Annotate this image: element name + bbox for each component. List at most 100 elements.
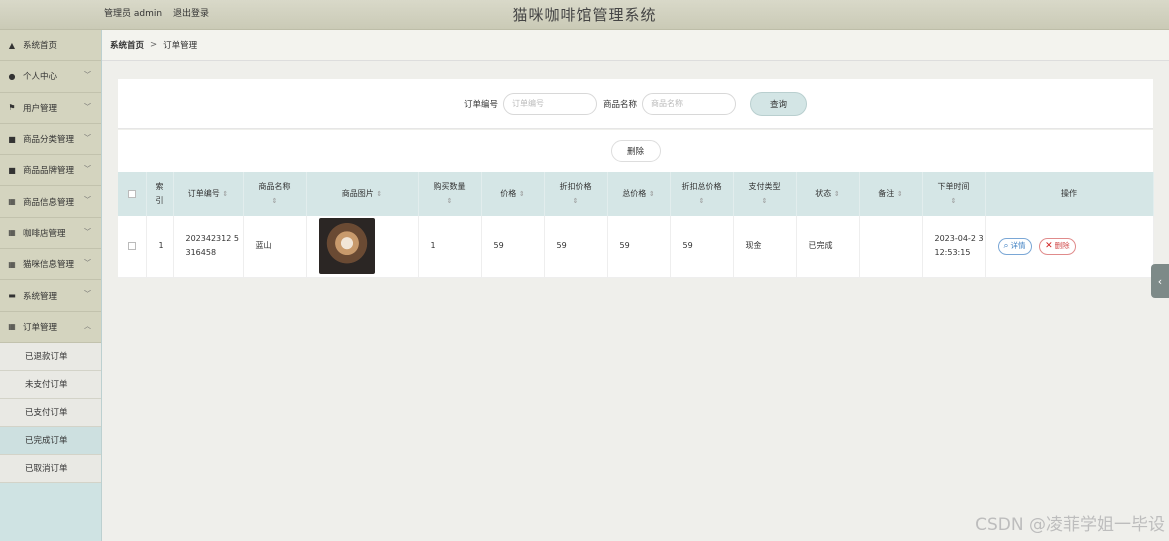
select-all-checkbox[interactable]: [127, 189, 136, 198]
product-name-label: 商品名称: [603, 99, 638, 110]
header-discount-total[interactable]: 折扣总价格 ⇕: [670, 172, 734, 216]
order-no-label: 订单编号: [463, 99, 498, 110]
header-order-time[interactable]: 下单时间 ⇕: [922, 172, 986, 216]
sidebar-item-cat-info[interactable]: ▦ 猫咪信息管理 ﹀: [0, 249, 101, 281]
row-checkbox[interactable]: [127, 241, 136, 250]
sidebar-item-personal-center[interactable]: ● 个人中心 ﹀: [0, 61, 101, 93]
sort-icon[interactable]: ⇕: [222, 190, 228, 198]
sidebar-item-label: 用户管理: [23, 103, 58, 114]
sidebar-item-home[interactable]: ▲ 系统首页: [0, 30, 101, 62]
header-product-name[interactable]: 商品名称 ⇕: [243, 172, 307, 216]
header-pay-type[interactable]: 支付类型 ⇕: [733, 172, 797, 216]
header-select-all[interactable]: [118, 172, 147, 216]
sort-icon[interactable]: ⇕: [447, 197, 453, 205]
product-name-input[interactable]: [642, 92, 737, 115]
header-discount-price[interactable]: 折扣价格 ⇕: [544, 172, 608, 216]
sidebar-item-system[interactable]: ▬ 系统管理 ﹀: [0, 280, 101, 312]
sidebar: ▲ 系统首页 ● 个人中心 ﹀ ⚑ 用户管理 ﹀ ■ 商品分类管理 ﹀ ■ 商品…: [0, 30, 102, 541]
orders-table: 索 引 订单编号 ⇕ 商品名称 ⇕ 商品图片 ⇕ 购买数量 ⇕ 价格 ⇕ 折扣价格 ⇕…: [118, 172, 1154, 278]
sidebar-subitem-paid-orders[interactable]: 已支付订单: [0, 398, 101, 427]
header-status[interactable]: 状态 ⇕: [796, 172, 860, 216]
box-icon: ■: [8, 134, 16, 144]
cell-order-no: 202342312 5316458: [173, 216, 244, 278]
header-label: 支付类型: [748, 182, 781, 191]
header-label: 折扣总价格: [681, 182, 722, 191]
grid-icon: ▦: [8, 322, 16, 332]
home-icon: ▲: [8, 40, 16, 50]
flag-icon: ⚑: [8, 103, 16, 113]
cell-product-image: [306, 216, 419, 278]
sort-icon[interactable]: ⇕: [519, 190, 525, 198]
chevron-down-icon: ﹀: [84, 133, 91, 142]
sidebar-item-product-brand[interactable]: ■ 商品品牌管理 ﹀: [0, 155, 101, 187]
top-header: 管理员 admin 退出登录 猫咪咖啡馆管理系统: [0, 0, 1169, 30]
sidebar-subitem-refunded-orders[interactable]: 已退款订单: [0, 342, 101, 371]
sidebar-item-orders[interactable]: ▦ 订单管理 ︿: [0, 311, 101, 343]
header-quantity[interactable]: 购买数量 ⇕: [418, 172, 482, 216]
chevron-down-icon: ﹀: [84, 71, 91, 80]
sidebar-item-product-category[interactable]: ■ 商品分类管理 ﹀: [0, 123, 101, 156]
header-label: 购买数量: [433, 182, 466, 191]
row-select-cell[interactable]: [118, 216, 147, 278]
sidebar-item-label: 系统管理: [23, 291, 58, 302]
detail-button[interactable]: ⌕ 详情: [997, 237, 1032, 255]
row-delete-button[interactable]: ✕ 删除: [1039, 237, 1076, 255]
bulk-delete-button[interactable]: 删除: [610, 140, 661, 162]
watermark: CSDN @凌菲学姐一毕设: [975, 515, 1165, 535]
cell-product-name: 蓝山: [243, 216, 307, 278]
sidebar-subitem-cancelled-orders[interactable]: 已取消订单: [0, 454, 101, 483]
sidebar-item-label: 系统首页: [23, 41, 58, 52]
chevron-down-icon: ﹀: [84, 196, 91, 205]
sidebar-item-label: 猫咪信息管理: [23, 260, 75, 271]
sort-icon[interactable]: ⇕: [834, 190, 840, 198]
search-icon: ⌕: [1003, 241, 1009, 252]
search-button[interactable]: 查询: [750, 91, 808, 116]
collapse-handle[interactable]: ‹: [1151, 264, 1169, 298]
header-label: 价格: [500, 189, 517, 198]
header-total-price[interactable]: 总价格 ⇕: [607, 172, 671, 216]
header-index: 索 引: [146, 172, 174, 216]
breadcrumb-home[interactable]: 系统首页: [110, 39, 144, 51]
chevron-up-icon: ︿: [84, 321, 91, 330]
header-remark[interactable]: 备注 ⇕: [859, 172, 923, 216]
sidebar-item-label: 商品信息管理: [23, 197, 75, 208]
product-thumbnail[interactable]: [318, 218, 375, 275]
header-label: 状态: [815, 189, 832, 198]
sidebar-item-product-info[interactable]: ▦ 商品信息管理 ﹀: [0, 186, 101, 218]
header-price[interactable]: 价格 ⇕: [481, 172, 545, 216]
system-title: 猫咪咖啡馆管理系统: [512, 6, 657, 24]
order-no-input[interactable]: [503, 92, 597, 115]
grid-icon: ▦: [8, 197, 16, 207]
sort-icon[interactable]: ⇕: [649, 190, 655, 198]
sidebar-item-users[interactable]: ⚑ 用户管理 ﹀: [0, 92, 101, 124]
table-header-row: 索 引 订单编号 ⇕ 商品名称 ⇕ 商品图片 ⇕ 购买数量 ⇕ 价格 ⇕ 折扣价格 ⇕…: [118, 172, 1154, 216]
sort-icon[interactable]: ⇕: [951, 197, 957, 205]
sidebar-subitem-completed-orders[interactable]: 已完成订单: [0, 426, 101, 455]
close-icon: ✕: [1045, 241, 1053, 252]
sort-icon[interactable]: ⇕: [699, 197, 705, 205]
sidebar-item-cafe[interactable]: ▦ 咖啡店管理 ﹀: [0, 217, 101, 250]
sort-icon[interactable]: ⇕: [762, 197, 768, 205]
sort-icon[interactable]: ⇕: [897, 190, 903, 198]
cell-status: 已完成: [796, 216, 860, 278]
breadcrumb-separator: >: [150, 40, 158, 50]
sidebar-item-label: 商品品牌管理: [23, 166, 75, 177]
sort-icon[interactable]: ⇕: [573, 197, 579, 205]
action-bar: 删除: [118, 130, 1153, 172]
header-order-no[interactable]: 订单编号 ⇕: [173, 172, 244, 216]
header-label: 订单编号: [187, 189, 220, 198]
header-product-image[interactable]: 商品图片 ⇕: [306, 172, 419, 216]
cell-operation: ⌕ 详情 ✕ 删除: [985, 216, 1154, 278]
sidebar-subitem-unpaid-orders[interactable]: 未支付订单: [0, 370, 101, 399]
cell-discount-price: 59: [544, 216, 608, 278]
header-label: 商品名称: [258, 182, 291, 191]
header-label: 备注: [878, 189, 895, 198]
chevron-down-icon: ﹀: [84, 165, 91, 174]
grid-icon: ▦: [8, 228, 16, 238]
sidebar-item-label: 个人中心: [23, 72, 58, 83]
sort-icon[interactable]: ⇕: [272, 197, 278, 205]
sort-icon[interactable]: ⇕: [376, 190, 382, 198]
grid-icon: ▦: [8, 259, 16, 269]
cell-price: 59: [481, 216, 545, 278]
cell-quantity: 1: [418, 216, 482, 278]
